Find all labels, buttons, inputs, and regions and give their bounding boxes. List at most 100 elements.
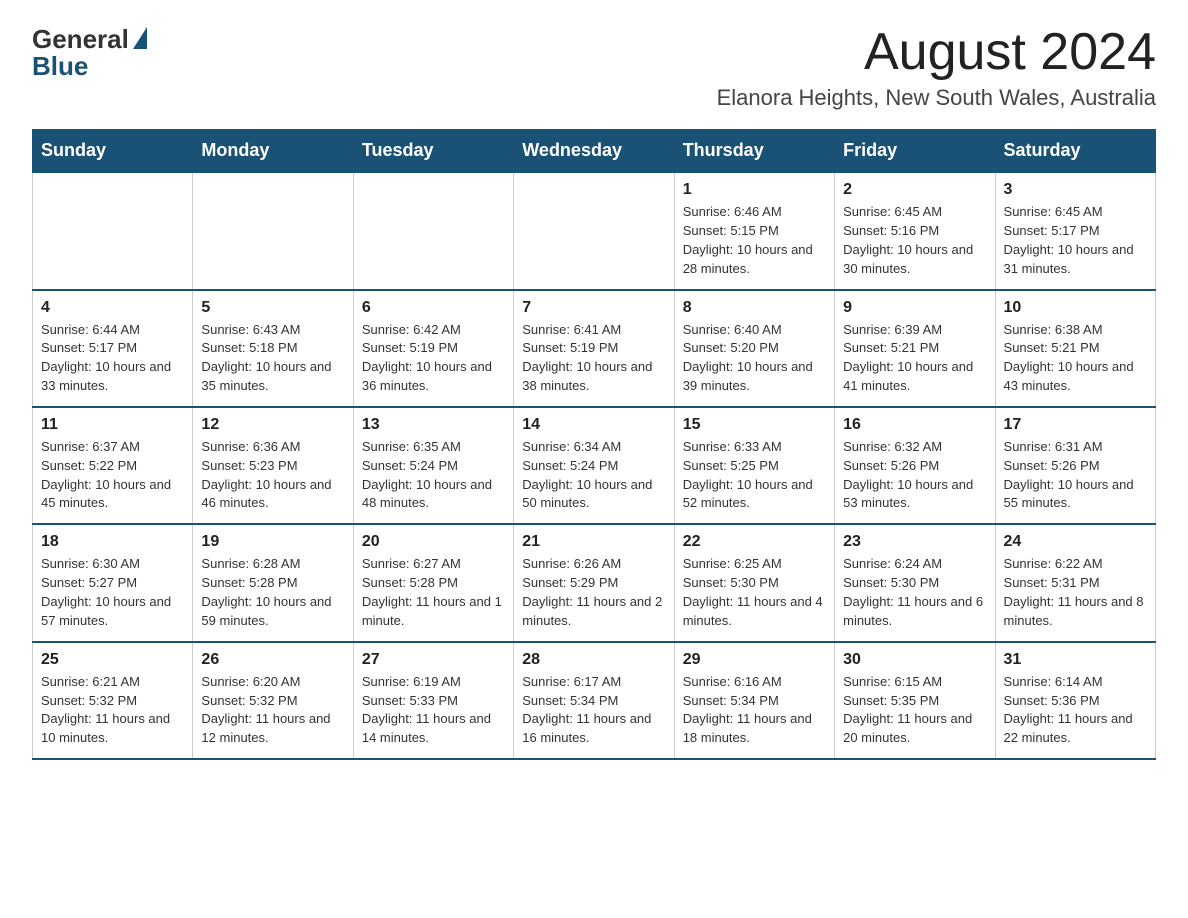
- day-info: Sunrise: 6:45 AMSunset: 5:17 PMDaylight:…: [1004, 203, 1147, 278]
- logo-triangle-icon: [133, 27, 147, 49]
- calendar-week-row: 1Sunrise: 6:46 AMSunset: 5:15 PMDaylight…: [33, 172, 1156, 289]
- calendar-cell: 13Sunrise: 6:35 AMSunset: 5:24 PMDayligh…: [353, 407, 513, 524]
- day-number: 23: [843, 533, 986, 551]
- day-number: 31: [1004, 651, 1147, 669]
- calendar-header-sunday: Sunday: [33, 130, 193, 173]
- day-number: 20: [362, 533, 505, 551]
- calendar-cell: [514, 172, 674, 289]
- day-info: Sunrise: 6:16 AMSunset: 5:34 PMDaylight:…: [683, 673, 826, 748]
- day-info: Sunrise: 6:15 AMSunset: 5:35 PMDaylight:…: [843, 673, 986, 748]
- calendar-cell: [353, 172, 513, 289]
- calendar-cell: 8 Sunrise: 6:40 AMSunset: 5:20 PMDaylight…: [674, 290, 834, 407]
- day-number: 29: [683, 651, 826, 669]
- day-info: Sunrise: 6:14 AMSunset: 5:36 PMDaylight:…: [1004, 673, 1147, 748]
- day-number: 17: [1004, 416, 1147, 434]
- calendar-header-tuesday: Tuesday: [353, 130, 513, 173]
- calendar-cell: 7 Sunrise: 6:41 AMSunset: 5:19 PMDaylight…: [514, 290, 674, 407]
- calendar-header-monday: Monday: [193, 130, 353, 173]
- calendar-cell: 6 Sunrise: 6:42 AMSunset: 5:19 PMDaylight…: [353, 290, 513, 407]
- day-number: 6: [362, 299, 505, 317]
- calendar-week-row: 18 Sunrise: 6:30 AMSunset: 5:27 PMDayligh…: [33, 524, 1156, 641]
- day-info: Sunrise: 6:33 AMSunset: 5:25 PMDaylight:…: [683, 438, 826, 513]
- calendar-cell: 12 Sunrise: 6:36 AMSunset: 5:23 PMDayligh…: [193, 407, 353, 524]
- month-title: August 2024: [717, 24, 1156, 81]
- calendar-table: SundayMondayTuesdayWednesdayThursdayFrid…: [32, 129, 1156, 760]
- header: General Blue August 2024 Elanora Heights…: [32, 24, 1156, 111]
- day-info: Sunrise: 6:43 AMSunset: 5:18 PMDaylight:…: [201, 321, 344, 396]
- day-info: Sunrise: 6:20 AMSunset: 5:32 PMDaylight:…: [201, 673, 344, 748]
- calendar-cell: 17 Sunrise: 6:31 AMSunset: 5:26 PMDayligh…: [995, 407, 1155, 524]
- calendar-cell: 3 Sunrise: 6:45 AMSunset: 5:17 PMDaylight…: [995, 172, 1155, 289]
- calendar-header-row: SundayMondayTuesdayWednesdayThursdayFrid…: [33, 130, 1156, 173]
- day-info: Sunrise: 6:41 AMSunset: 5:19 PMDaylight:…: [522, 321, 665, 396]
- calendar-header-thursday: Thursday: [674, 130, 834, 173]
- day-info: Sunrise: 6:46 AMSunset: 5:15 PMDaylight:…: [683, 203, 826, 278]
- day-number: 24: [1004, 533, 1147, 551]
- day-number: 15: [683, 416, 826, 434]
- day-info: Sunrise: 6:34 AMSunset: 5:24 PMDaylight:…: [522, 438, 665, 513]
- day-number: 3: [1004, 181, 1147, 199]
- day-number: 27: [362, 651, 505, 669]
- day-number: 30: [843, 651, 986, 669]
- day-number: 12: [201, 416, 344, 434]
- day-info: Sunrise: 6:38 AMSunset: 5:21 PMDaylight:…: [1004, 321, 1147, 396]
- day-number: 28: [522, 651, 665, 669]
- day-info: Sunrise: 6:25 AMSunset: 5:30 PMDaylight:…: [683, 555, 826, 630]
- day-number: 21: [522, 533, 665, 551]
- day-number: 2: [843, 181, 986, 199]
- calendar-cell: 25 Sunrise: 6:21 AMSunset: 5:32 PMDayligh…: [33, 642, 193, 759]
- title-block: August 2024 Elanora Heights, New South W…: [717, 24, 1156, 111]
- day-info: Sunrise: 6:30 AMSunset: 5:27 PMDaylight:…: [41, 555, 184, 630]
- logo-blue-text: Blue: [32, 51, 88, 82]
- day-info: Sunrise: 6:24 AMSunset: 5:30 PMDaylight:…: [843, 555, 986, 630]
- day-info: Sunrise: 6:26 AMSunset: 5:29 PMDaylight:…: [522, 555, 665, 630]
- logo: General Blue: [32, 24, 147, 82]
- calendar-cell: 1Sunrise: 6:46 AMSunset: 5:15 PMDaylight…: [674, 172, 834, 289]
- day-number: 7: [522, 299, 665, 317]
- calendar-cell: 29 Sunrise: 6:16 AMSunset: 5:34 PMDayligh…: [674, 642, 834, 759]
- day-info: Sunrise: 6:45 AMSunset: 5:16 PMDaylight:…: [843, 203, 986, 278]
- calendar-cell: 4Sunrise: 6:44 AMSunset: 5:17 PMDaylight…: [33, 290, 193, 407]
- calendar-header-friday: Friday: [835, 130, 995, 173]
- day-info: Sunrise: 6:36 AMSunset: 5:23 PMDaylight:…: [201, 438, 344, 513]
- day-info: Sunrise: 6:40 AMSunset: 5:20 PMDaylight:…: [683, 321, 826, 396]
- day-number: 8: [683, 299, 826, 317]
- day-number: 18: [41, 533, 184, 551]
- calendar-cell: 2 Sunrise: 6:45 AMSunset: 5:16 PMDaylight…: [835, 172, 995, 289]
- day-number: 4: [41, 299, 184, 317]
- calendar-cell: 22Sunrise: 6:25 AMSunset: 5:30 PMDayligh…: [674, 524, 834, 641]
- calendar-cell: [33, 172, 193, 289]
- day-info: Sunrise: 6:22 AMSunset: 5:31 PMDaylight:…: [1004, 555, 1147, 630]
- day-info: Sunrise: 6:17 AMSunset: 5:34 PMDaylight:…: [522, 673, 665, 748]
- calendar-cell: 15 Sunrise: 6:33 AMSunset: 5:25 PMDayligh…: [674, 407, 834, 524]
- calendar-cell: 5Sunrise: 6:43 AMSunset: 5:18 PMDaylight…: [193, 290, 353, 407]
- calendar-cell: 9 Sunrise: 6:39 AMSunset: 5:21 PMDaylight…: [835, 290, 995, 407]
- day-info: Sunrise: 6:31 AMSunset: 5:26 PMDaylight:…: [1004, 438, 1147, 513]
- calendar-cell: 24 Sunrise: 6:22 AMSunset: 5:31 PMDayligh…: [995, 524, 1155, 641]
- calendar-cell: 14Sunrise: 6:34 AMSunset: 5:24 PMDayligh…: [514, 407, 674, 524]
- calendar-cell: 28 Sunrise: 6:17 AMSunset: 5:34 PMDayligh…: [514, 642, 674, 759]
- calendar-week-row: 4Sunrise: 6:44 AMSunset: 5:17 PMDaylight…: [33, 290, 1156, 407]
- day-number: 16: [843, 416, 986, 434]
- day-info: Sunrise: 6:35 AMSunset: 5:24 PMDaylight:…: [362, 438, 505, 513]
- calendar-cell: 20Sunrise: 6:27 AMSunset: 5:28 PMDayligh…: [353, 524, 513, 641]
- calendar-cell: 26Sunrise: 6:20 AMSunset: 5:32 PMDayligh…: [193, 642, 353, 759]
- day-number: 25: [41, 651, 184, 669]
- day-info: Sunrise: 6:28 AMSunset: 5:28 PMDaylight:…: [201, 555, 344, 630]
- day-info: Sunrise: 6:37 AMSunset: 5:22 PMDaylight:…: [41, 438, 184, 513]
- day-info: Sunrise: 6:32 AMSunset: 5:26 PMDaylight:…: [843, 438, 986, 513]
- calendar-cell: 11Sunrise: 6:37 AMSunset: 5:22 PMDayligh…: [33, 407, 193, 524]
- calendar-cell: 19Sunrise: 6:28 AMSunset: 5:28 PMDayligh…: [193, 524, 353, 641]
- day-number: 9: [843, 299, 986, 317]
- calendar-cell: 27Sunrise: 6:19 AMSunset: 5:33 PMDayligh…: [353, 642, 513, 759]
- day-info: Sunrise: 6:42 AMSunset: 5:19 PMDaylight:…: [362, 321, 505, 396]
- calendar-week-row: 25 Sunrise: 6:21 AMSunset: 5:32 PMDayligh…: [33, 642, 1156, 759]
- calendar-cell: 31 Sunrise: 6:14 AMSunset: 5:36 PMDayligh…: [995, 642, 1155, 759]
- calendar-cell: 23 Sunrise: 6:24 AMSunset: 5:30 PMDayligh…: [835, 524, 995, 641]
- day-info: Sunrise: 6:21 AMSunset: 5:32 PMDaylight:…: [41, 673, 184, 748]
- day-number: 10: [1004, 299, 1147, 317]
- calendar-week-row: 11Sunrise: 6:37 AMSunset: 5:22 PMDayligh…: [33, 407, 1156, 524]
- calendar-cell: 16 Sunrise: 6:32 AMSunset: 5:26 PMDayligh…: [835, 407, 995, 524]
- day-info: Sunrise: 6:39 AMSunset: 5:21 PMDaylight:…: [843, 321, 986, 396]
- calendar-header-saturday: Saturday: [995, 130, 1155, 173]
